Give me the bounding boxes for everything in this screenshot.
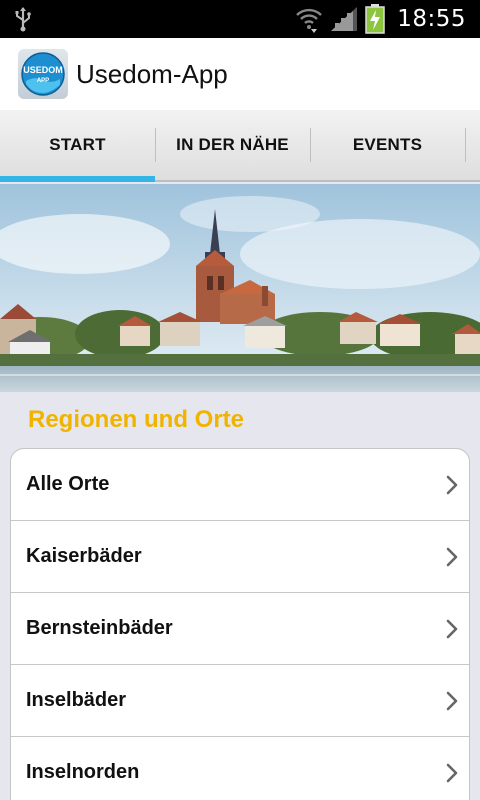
tab-start[interactable]: START [0, 110, 155, 182]
status-bar: 18:55 [0, 0, 480, 38]
app-bar: USEDOM APP Usedom-App [0, 38, 480, 110]
tab-label: START [49, 135, 106, 154]
list-item-inselbaeder[interactable]: Inselbäder [11, 665, 469, 737]
list-item-label: Inselnorden [26, 761, 140, 783]
usb-icon [15, 7, 31, 32]
tab-label: EVENTS [352, 135, 423, 154]
list-item-label: Alle Orte [26, 473, 110, 495]
list-item-bernsteinbaeder[interactable]: Bernsteinbäder [11, 593, 469, 665]
tab-in-der-naehe[interactable]: IN DER NÄHE [155, 110, 310, 180]
tab-bar: START IN DER NÄHE EVENTS [0, 110, 480, 182]
app-title: Usedom-App [76, 58, 228, 89]
tab-overflow-edge[interactable] [465, 110, 480, 180]
hero-image [0, 184, 480, 392]
signal-icon [331, 7, 358, 31]
list-item-kaiserbaeder[interactable]: Kaiserbäder [11, 521, 469, 593]
tab-label: IN DER NÄHE [176, 135, 289, 154]
chevron-right-icon [446, 691, 458, 710]
tab-events[interactable]: EVENTS [310, 110, 465, 180]
town-church-landscape-image [0, 184, 480, 392]
list-item-label: Bernsteinbäder [26, 617, 173, 639]
battery-charging-icon [365, 4, 385, 34]
status-time: 18:55 [397, 6, 466, 32]
list-item-alle-orte[interactable]: Alle Orte [11, 449, 469, 521]
list-item-label: Kaiserbäder [26, 545, 142, 567]
svg-text:USEDOM: USEDOM [23, 65, 63, 75]
list-item-inselnorden[interactable]: Inselnorden [11, 737, 469, 800]
usedom-logo-icon: USEDOM APP [21, 52, 65, 96]
section-title: Regionen und Orte [28, 406, 244, 433]
app-logo[interactable]: USEDOM APP [18, 49, 68, 99]
chevron-right-icon [446, 475, 458, 494]
regions-list: Alle Orte Kaiserbäder Bernsteinbäder Ins… [10, 448, 470, 800]
wifi-icon [296, 8, 323, 33]
chevron-right-icon [446, 763, 458, 782]
chevron-right-icon [446, 619, 458, 638]
list-item-label: Inselbäder [26, 689, 127, 711]
svg-text:APP: APP [37, 78, 49, 84]
chevron-right-icon [446, 547, 458, 566]
